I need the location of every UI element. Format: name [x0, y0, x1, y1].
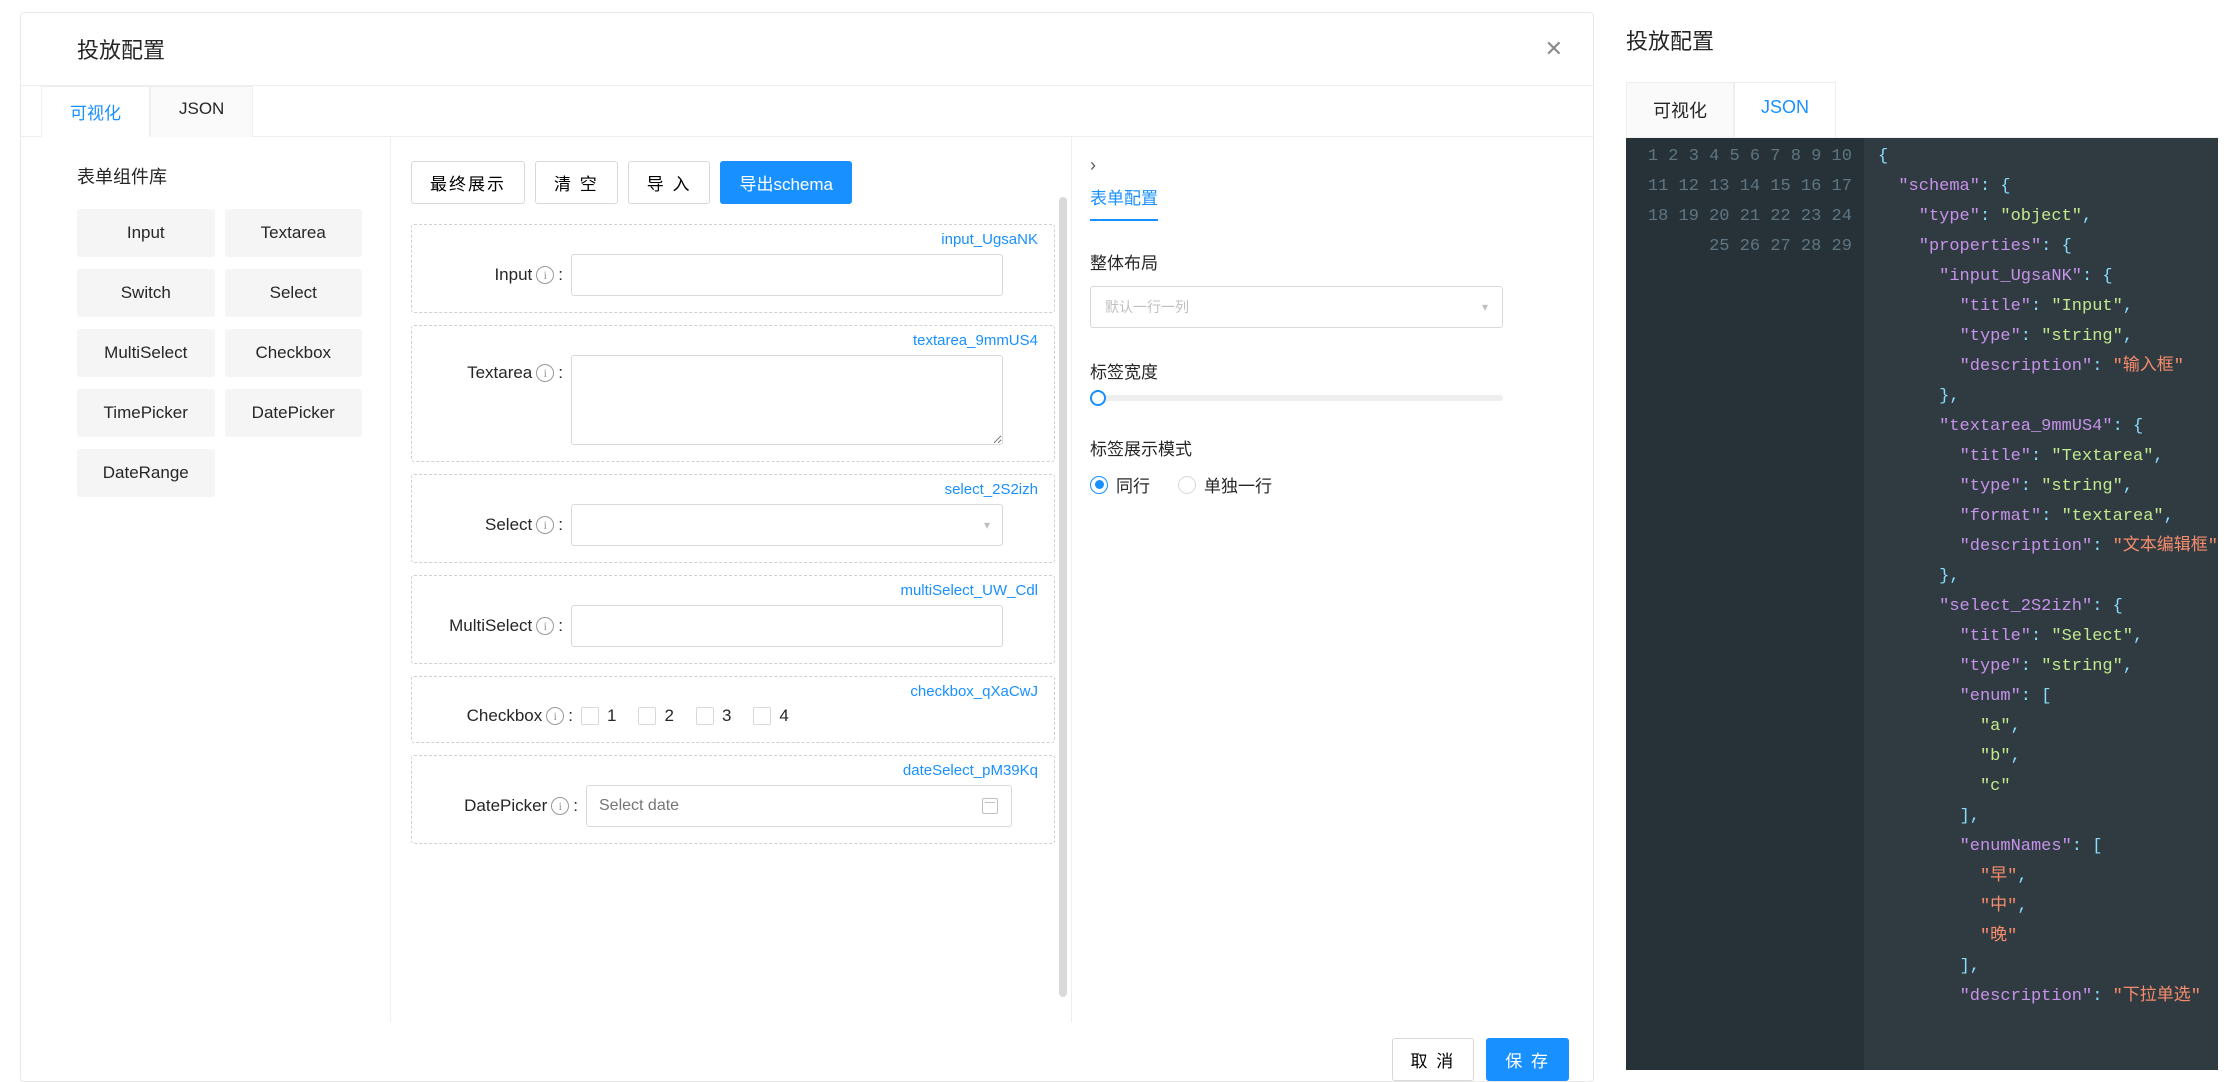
save-button[interactable]: 保 存 [1486, 1038, 1569, 1081]
widget-library: 表单组件库 Input Textarea Switch Select Multi… [21, 137, 391, 1022]
label-width-slider[interactable] [1090, 395, 1503, 401]
right-tab-json[interactable]: JSON [1734, 82, 1836, 138]
field-label: DatePicker i : [428, 796, 578, 816]
checkbox-group: 1 2 3 4 [581, 706, 789, 726]
multiselect-field[interactable] [571, 605, 1003, 647]
code-content[interactable]: { "schema": { "type": "object", "propert… [1864, 138, 2218, 1070]
date-input[interactable] [586, 785, 1012, 827]
widget-checkbox[interactable]: Checkbox [225, 329, 363, 377]
field-label: Input i : [428, 265, 563, 285]
clear-button[interactable]: 清 空 [535, 161, 618, 204]
info-icon: i [536, 617, 554, 635]
info-icon: i [536, 266, 554, 284]
info-icon: i [546, 707, 564, 725]
layout-label: 整体布局 [1090, 249, 1503, 274]
info-icon: i [536, 364, 554, 382]
scrollbar[interactable] [1059, 197, 1067, 1017]
collapse-icon[interactable]: › [1090, 155, 1503, 176]
canvas-item-id: input_UgsaNK [428, 231, 1038, 248]
calendar-icon [982, 798, 998, 814]
tab-json[interactable]: JSON [150, 86, 253, 137]
field-label: Textarea i : [428, 355, 563, 383]
form-settings-panel: › 表单配置 整体布局 默认一行一列 ▾ 标签宽度 标签展示模式 同行 单独一行 [1071, 137, 1531, 1022]
label-mode-radios: 同行 单独一行 [1090, 472, 1503, 497]
info-icon: i [536, 516, 554, 534]
scrollbar-thumb[interactable] [1059, 197, 1067, 997]
code-editor[interactable]: 1 2 3 4 5 6 7 8 9 10 11 12 13 14 15 16 1… [1626, 137, 2218, 1070]
field-label: Select i : [428, 515, 563, 535]
canvas-item-id: checkbox_qXaCwJ [428, 683, 1038, 700]
label-width-label: 标签宽度 [1090, 358, 1503, 383]
layout-select[interactable]: 默认一行一列 ▾ [1090, 286, 1503, 328]
cancel-button[interactable]: 取 消 [1392, 1038, 1475, 1081]
input-field[interactable] [571, 254, 1003, 296]
datepicker-field[interactable] [586, 785, 1012, 827]
modal-tabs: 可视化 JSON [21, 86, 1593, 137]
radio-block[interactable]: 单独一行 [1178, 472, 1272, 497]
canvas-item-id: multiSelect_UW_Cdl [428, 582, 1038, 599]
slider-handle[interactable] [1090, 390, 1106, 406]
modal-header: 投放配置 ✕ [21, 13, 1593, 86]
select-field[interactable]: ▾ [571, 504, 1003, 546]
modal-footer: 取 消 保 存 [21, 1022, 1593, 1081]
widget-daterange[interactable]: DateRange [77, 449, 215, 497]
chevron-down-icon: ▾ [984, 518, 990, 532]
canvas-item-id: select_2S2izh [428, 481, 1038, 498]
right-panel: 投放配置 可视化 JSON 1 2 3 4 5 6 7 8 9 10 11 12… [1594, 0, 2232, 1070]
canvas-item[interactable]: select_2S2izh Select i : ▾ [411, 474, 1055, 563]
checkbox-option[interactable]: 4 [753, 706, 788, 726]
canvas-item[interactable]: checkbox_qXaCwJ Checkbox i : 1 2 3 4 [411, 676, 1055, 743]
settings-tab[interactable]: 表单配置 [1090, 184, 1158, 221]
tab-visual[interactable]: 可视化 [41, 86, 150, 137]
radio-icon [1178, 476, 1196, 494]
widget-switch[interactable]: Switch [77, 269, 215, 317]
config-modal: 投放配置 ✕ 可视化 JSON 表单组件库 Input Textarea Swi… [20, 12, 1594, 1082]
import-button[interactable]: 导 入 [628, 161, 711, 204]
widget-timepicker[interactable]: TimePicker [77, 389, 215, 437]
widget-multiselect[interactable]: MultiSelect [77, 329, 215, 377]
checkbox-icon [581, 707, 599, 725]
export-schema-button[interactable]: 导出schema [720, 161, 852, 204]
canvas-item-id: dateSelect_pM39Kq [428, 762, 1038, 779]
info-icon: i [551, 797, 569, 815]
canvas-item[interactable]: dateSelect_pM39Kq DatePicker i : [411, 755, 1055, 844]
modal-title: 投放配置 [77, 33, 165, 65]
form-canvas: 最终展示 清 空 导 入 导出schema input_UgsaNK Input… [391, 137, 1071, 1022]
final-view-button[interactable]: 最终展示 [411, 161, 525, 204]
canvas-item[interactable]: input_UgsaNK Input i : [411, 224, 1055, 313]
canvas-item-id: textarea_9mmUS4 [428, 332, 1038, 349]
widget-textarea[interactable]: Textarea [225, 209, 363, 257]
canvas-toolbar: 最终展示 清 空 导 入 导出schema [411, 161, 1055, 204]
chevron-down-icon: ▾ [1482, 300, 1488, 314]
right-tab-visual[interactable]: 可视化 [1626, 82, 1734, 137]
textarea-field[interactable] [571, 355, 1003, 445]
checkbox-option[interactable]: 3 [696, 706, 731, 726]
code-gutter: 1 2 3 4 5 6 7 8 9 10 11 12 13 14 15 16 1… [1626, 138, 1864, 1070]
widget-input[interactable]: Input [77, 209, 215, 257]
checkbox-option[interactable]: 1 [581, 706, 616, 726]
field-label: Checkbox i : [428, 706, 573, 726]
canvas-item[interactable]: textarea_9mmUS4 Textarea i : [411, 325, 1055, 462]
widget-datepicker[interactable]: DatePicker [225, 389, 363, 437]
right-tabs: 可视化 JSON [1626, 82, 2218, 137]
radio-icon [1090, 476, 1108, 494]
radio-inline[interactable]: 同行 [1090, 472, 1150, 497]
checkbox-icon [638, 707, 656, 725]
widget-select[interactable]: Select [225, 269, 363, 317]
right-title: 投放配置 [1626, 24, 2218, 56]
checkbox-icon [696, 707, 714, 725]
field-label: MultiSelect i : [428, 616, 563, 636]
widget-library-title: 表单组件库 [77, 163, 362, 189]
checkbox-option[interactable]: 2 [638, 706, 673, 726]
canvas-item[interactable]: multiSelect_UW_Cdl MultiSelect i : [411, 575, 1055, 664]
close-icon[interactable]: ✕ [1545, 36, 1563, 62]
checkbox-icon [753, 707, 771, 725]
label-mode-label: 标签展示模式 [1090, 435, 1503, 460]
